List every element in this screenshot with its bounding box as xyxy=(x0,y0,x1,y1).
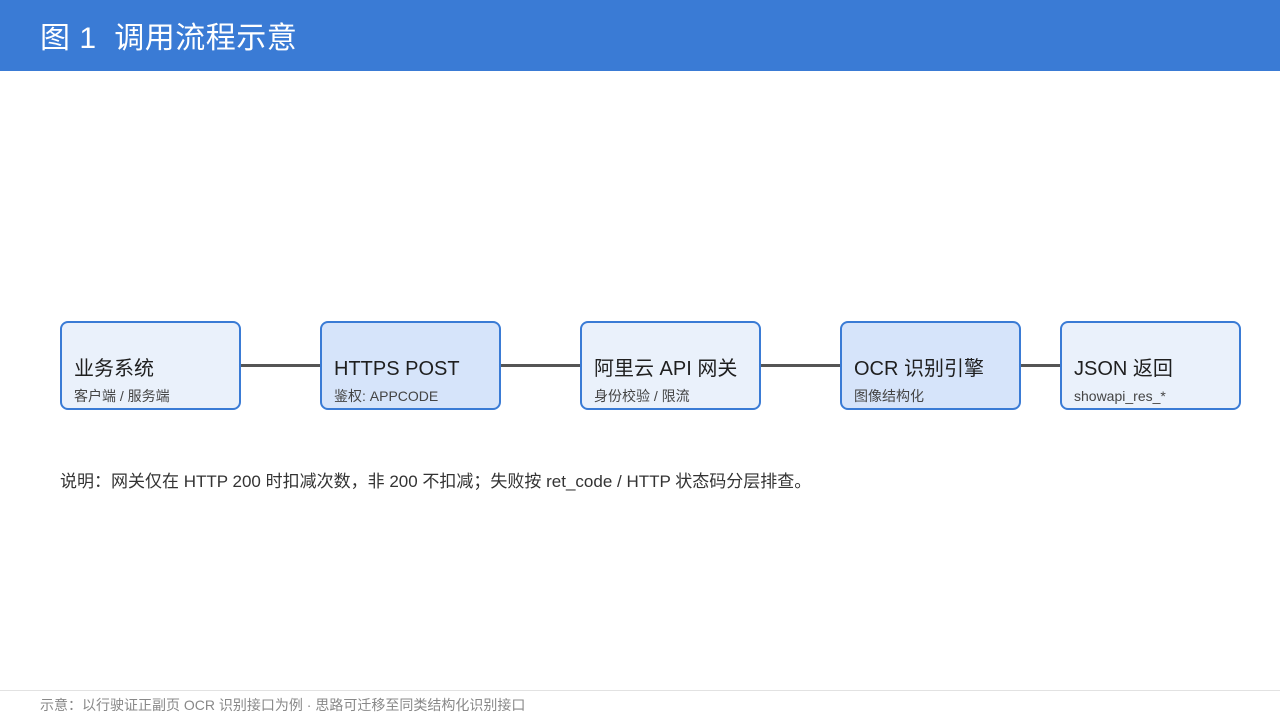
node-subtitle: 客户端 / 服务端 xyxy=(74,388,170,404)
flow-node-https-post: HTTPS POST 鉴权: APPCODE xyxy=(320,321,501,410)
flow-node-ocr-engine: OCR 识别引擎 图像结构化 xyxy=(840,321,1021,410)
node-title: 业务系统 xyxy=(74,358,154,380)
node-title: 阿里云 API 网关 xyxy=(594,358,738,380)
flow-diagram: 业务系统 客户端 / 服务端 HTTPS POST 鉴权: APPCODE 阿里… xyxy=(0,0,1280,720)
connector-4-5 xyxy=(1020,364,1061,367)
node-title: HTTPS POST xyxy=(334,358,460,380)
node-subtitle: 鉴权: APPCODE xyxy=(334,388,439,404)
connector-1-2 xyxy=(240,364,321,367)
footer-divider xyxy=(0,690,1280,691)
node-subtitle: showapi_res_* xyxy=(1074,388,1166,404)
flow-node-api-gateway: 阿里云 API 网关 身份校验 / 限流 xyxy=(580,321,761,410)
node-title: OCR 识别引擎 xyxy=(854,358,984,380)
node-subtitle: 身份校验 / 限流 xyxy=(594,388,690,404)
node-subtitle: 图像结构化 xyxy=(854,388,924,404)
flow-node-json-return: JSON 返回 showapi_res_* xyxy=(1060,321,1241,410)
connector-2-3 xyxy=(500,364,581,367)
flow-node-business-system: 业务系统 客户端 / 服务端 xyxy=(60,321,241,410)
footer-caption: 示意：以行驶证正副页 OCR 识别接口为例 · 思路可迁移至同类结构化识别接口 xyxy=(40,697,526,713)
node-title: JSON 返回 xyxy=(1074,358,1173,380)
connector-3-4 xyxy=(760,364,841,367)
explanation-note: 说明：网关仅在 HTTP 200 时扣减次数，非 200 不扣减；失败按 ret… xyxy=(60,472,812,491)
